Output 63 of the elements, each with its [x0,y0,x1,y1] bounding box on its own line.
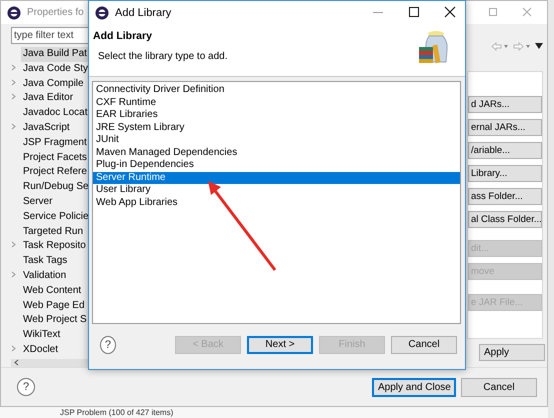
dialog-button[interactable]: Cancel [391,336,457,354]
apply-button[interactable]: Apply [479,344,545,361]
library-item[interactable]: Connectivity Driver Definition [93,84,460,96]
library-item[interactable]: Plug-in Dependencies [93,159,460,172]
menu-icon[interactable] [535,43,543,49]
tree-item[interactable]: Java Build Pat [21,47,89,62]
status-text: JSP Problem (100 of 427 items) [59,408,174,417]
dialog-button[interactable]: Apply and Close [372,378,456,396]
tree-item[interactable]: Web Content [21,284,84,299]
side-button[interactable]: al Class Folder... [468,211,542,228]
expand-icon[interactable] [11,64,16,71]
library-item[interactable]: JUnit [93,134,460,146]
tree-item[interactable]: Java Compile [21,76,86,92]
tree-item[interactable]: Web Project S [21,313,89,328]
horizontal-scrollbar[interactable] [11,358,91,367]
library-item[interactable]: EAR Libraries [93,109,460,122]
dialog-heading: Add Library [93,30,153,42]
tree-item[interactable]: XDoclet [21,342,60,358]
tree-item[interactable]: Task Tags [21,254,70,269]
expand-icon[interactable] [11,93,16,100]
help-icon[interactable]: ? [17,378,35,396]
library-item[interactable]: Web App Libraries [93,196,460,209]
side-button[interactable]: /ariable... [468,142,542,159]
filter-field[interactable]: type filter text [11,27,91,44]
tree-item[interactable]: Run/Debug Se [21,180,91,195]
side-button[interactable]: d JARs... [468,96,542,113]
tree-item[interactable]: Task Reposito [21,239,88,254]
tree-item[interactable]: WikiText [21,328,62,343]
expand-icon[interactable] [11,270,16,278]
back-nav-icon[interactable] [491,42,509,50]
help-icon[interactable]: ? [100,336,116,354]
expand-icon[interactable] [11,344,16,352]
tree-item[interactable]: Project Refere [21,165,89,180]
tree-item[interactable]: Service Policie [21,210,91,225]
side-button[interactable]: ass Folder... [468,188,542,205]
tree-item[interactable]: Server [21,194,54,210]
window-title: Properties fo [27,7,84,18]
dialog-title: Add Library [115,6,172,18]
library-item[interactable]: User Library [93,184,460,196]
library-jar-icon [417,30,449,64]
expand-icon[interactable] [11,241,16,248]
tree-item[interactable]: Java Code Sty [21,62,90,77]
app-icon [7,6,21,20]
library-item[interactable]: JRE System Library [93,122,460,134]
dialog-button[interactable]: Next > [247,336,313,354]
tree-item[interactable]: Targeted Run [21,224,86,240]
tree-item[interactable]: Javadoc Locat [21,106,90,121]
side-button[interactable]: ernal JARs... [468,119,542,136]
tree-item[interactable]: Web Page Ed [21,298,87,314]
tree-item[interactable]: Validation [21,268,68,284]
app-icon [95,6,109,20]
tree-item[interactable]: JSP Fragment [21,136,89,151]
library-item[interactable]: Server Runtime [93,172,460,184]
expand-icon[interactable] [11,122,16,130]
side-button[interactable]: Library... [468,165,542,182]
expand-icon[interactable] [11,78,16,86]
dialog-description: Select the library type to add. [97,51,229,62]
library-item[interactable]: Maven Managed Dependencies [93,146,460,159]
tree-item[interactable]: Project Facets [21,150,89,166]
tree-item[interactable]: JavaScript [21,120,72,136]
tree-item[interactable]: Java Editor [21,91,76,106]
dialog-button[interactable]: Cancel [461,378,537,396]
library-item[interactable]: CXF Runtime [93,96,460,109]
